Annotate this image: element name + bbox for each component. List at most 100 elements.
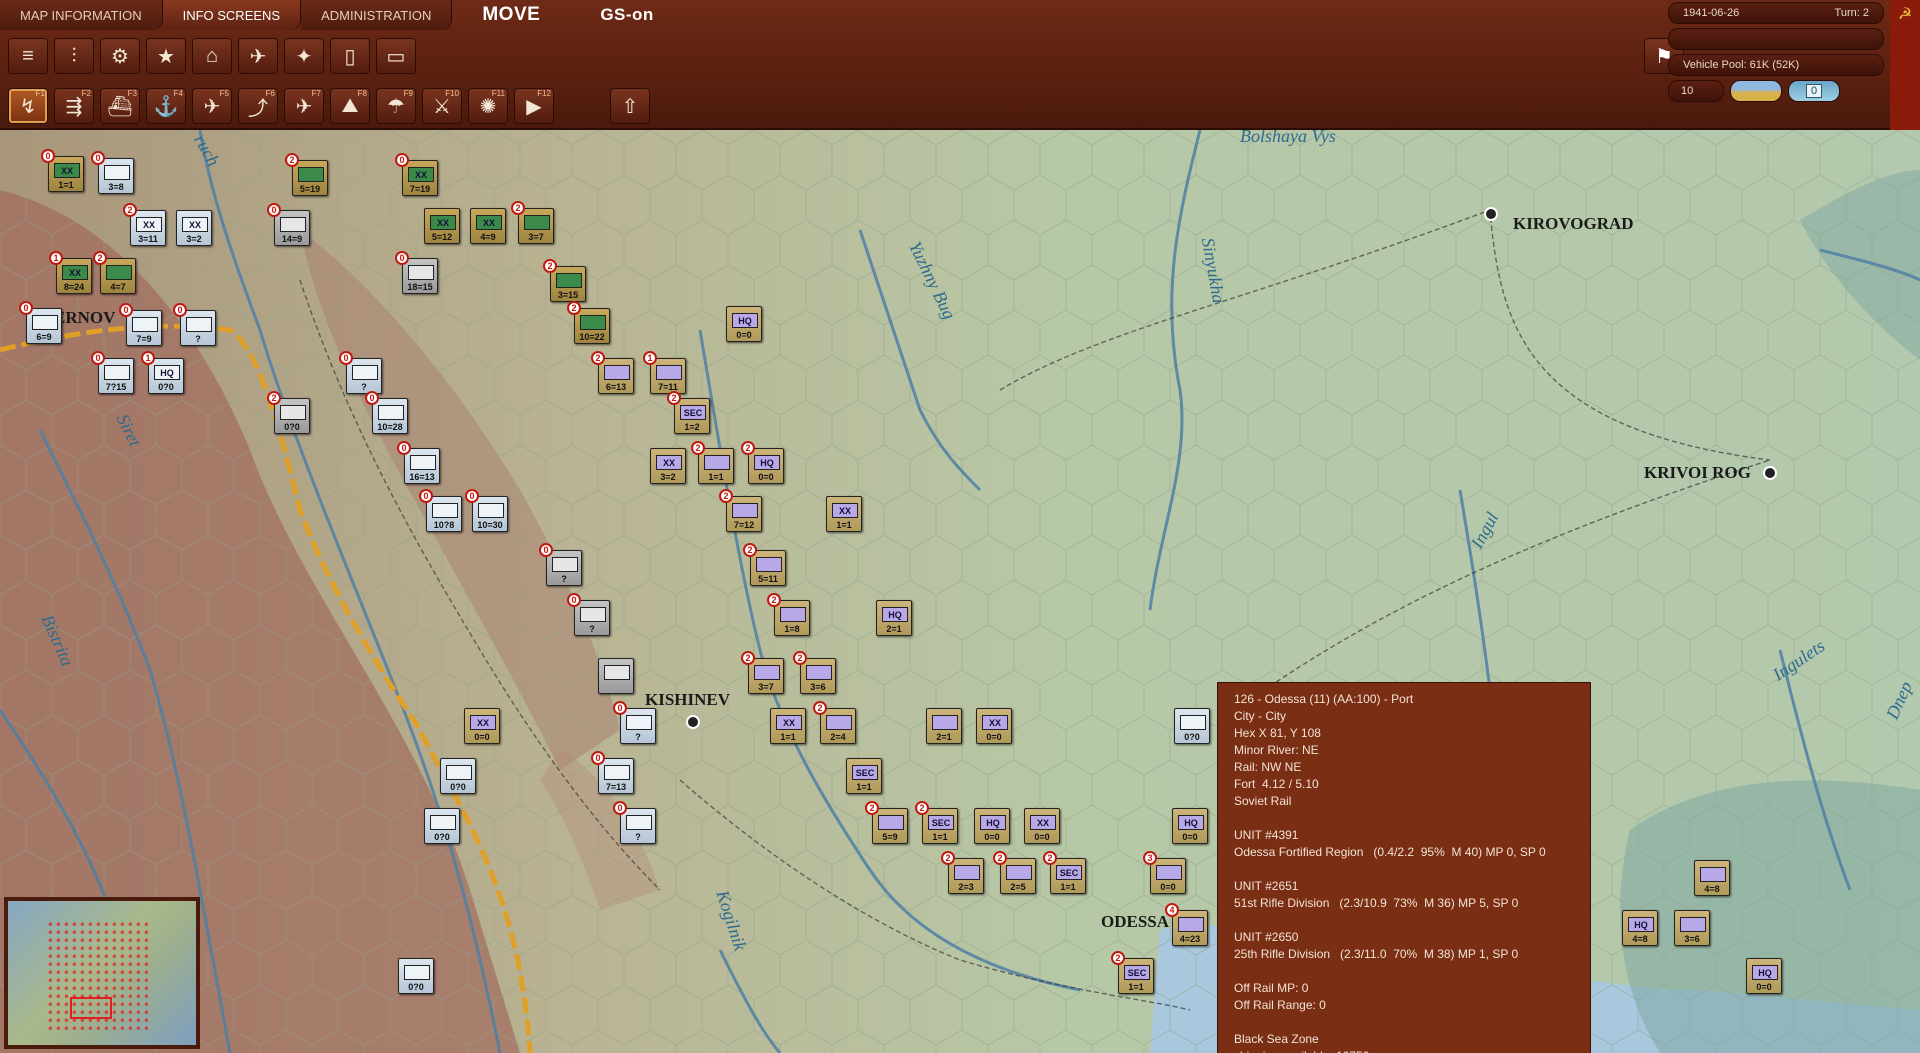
unit-counter[interactable]: 4=8 [1694,860,1730,896]
gear-icon[interactable]: ⚙ [100,38,140,74]
unit-counter[interactable]: XX 1=1 [770,708,806,744]
gs-status-label[interactable]: GS-on [570,5,684,25]
unit-counter[interactable]: XX 7=19 0 [395,153,438,196]
unit-counter[interactable]: 3=15 2 [543,259,586,302]
unit-counter[interactable]: 10?8 0 [419,489,462,532]
star-icon[interactable]: ★ [146,38,186,74]
rail-icon[interactable]: ▯ [330,38,370,74]
amphib-mode-button[interactable]: ⚓ F4 [146,88,186,124]
unit-counter[interactable]: 3=7 2 [511,201,554,244]
unit-counter[interactable]: 14=9 0 [267,203,310,246]
unit-counter[interactable]: HQ 0=0 [1172,808,1208,844]
unit-counter[interactable]: 1=8 2 [767,593,810,636]
airbase-icon[interactable]: ⌂ [192,38,232,74]
unit-counter[interactable]: HQ 4=8 [1622,910,1658,946]
unit-counter[interactable]: ? 0 [613,701,656,744]
unit-counter[interactable]: HQ 0=0 [726,306,762,342]
unit-counter[interactable]: SEC 1=2 2 [667,391,710,434]
sliders-icon[interactable]: ⫶ [54,38,94,74]
satellite-icon[interactable]: ✦ [284,38,324,74]
unit-counter[interactable]: ? 0 [339,351,382,394]
unit-counter[interactable]: 3=6 2 [793,651,836,694]
unit-counter[interactable]: 1=1 2 [691,441,734,484]
unit-counter[interactable]: 0?0 2 [267,391,310,434]
unit-counter[interactable]: XX 3=2 [176,210,212,246]
unit-counter[interactable]: 6=13 2 [591,351,634,394]
tab-map-information[interactable]: MAP INFORMATION [0,0,163,30]
unit-counter[interactable]: XX 0=0 [464,708,500,744]
unit-counter[interactable]: 10=22 2 [567,301,610,344]
unit-counter[interactable]: XX 0=0 [976,708,1012,744]
unit-counter[interactable]: 10=28 0 [365,391,408,434]
blast-mode-button[interactable]: ✺ F11 [468,88,508,124]
tab-administration[interactable]: ADMINISTRATION [301,0,453,30]
minimap-viewport[interactable] [70,997,112,1019]
unit-counter[interactable]: XX 8=24 1 [49,251,92,294]
unit-counter[interactable]: 7=13 0 [591,751,634,794]
unit-counter[interactable]: 3=7 2 [741,651,784,694]
air-bomb-mode-button[interactable]: ✈ F7 [284,88,324,124]
unit-counter[interactable]: HQ 0=0 2 [741,441,784,484]
unit-counter[interactable]: 5=11 2 [743,543,786,586]
move-mode-label[interactable]: MOVE [452,4,570,26]
unit-counter[interactable]: 0?0 [1174,708,1210,744]
unit-counter[interactable]: 4=23 4 [1165,903,1208,946]
unit-counter[interactable]: 2=3 2 [941,851,984,894]
unit-counter[interactable]: 2=4 2 [813,701,856,744]
unit-counter[interactable]: XX 5=12 [424,208,460,244]
unit-counter[interactable]: 7=11 1 [643,351,686,394]
unit-counter[interactable]: SEC 1=1 [846,758,882,794]
ground-attack-mode-button[interactable]: ⚔ F10 [422,88,462,124]
unit-counter[interactable]: 2=5 2 [993,851,1036,894]
aircraft-icon[interactable]: ✈ [238,38,278,74]
unit-counter[interactable]: 0?0 [398,958,434,994]
unit-counter[interactable]: 0?0 [424,808,460,844]
unit-counter[interactable]: 5=9 2 [865,801,908,844]
unit-counter[interactable]: ? 0 [173,303,216,346]
unit-counter[interactable]: HQ 2=1 [876,600,912,636]
unit-counter[interactable]: ? 0 [539,543,582,586]
unit-counter[interactable]: 7?15 0 [91,351,134,394]
unit-counter[interactable]: ? 0 [613,801,656,844]
unit-counter[interactable]: SEC 1=1 2 [1111,951,1154,994]
unit-counter[interactable]: 3=6 [1674,910,1710,946]
game-map[interactable]: KIROVOGRAD KRIVOI ROG KISHINEV ERNOV ODE… [0,130,1920,1053]
phone-icon[interactable]: ▭ [376,38,416,74]
unit-counter[interactable]: 5=19 2 [285,153,328,196]
unit-counter[interactable]: ? 0 [567,593,610,636]
unit-counter[interactable]: SEC 1=1 2 [1043,851,1086,894]
unit-counter[interactable]: XX 1=1 [826,496,862,532]
tab-info-screens[interactable]: INFO SCREENS [162,0,302,30]
unit-counter[interactable]: XX 0=0 [1024,808,1060,844]
play-mode-button[interactable]: ▶ F12 [514,88,554,124]
unit-counter[interactable]: HQ 0?0 1 [141,351,184,394]
unit-counter[interactable]: 4=7 2 [93,251,136,294]
paradrop-mode-button[interactable]: ☂ F9 [376,88,416,124]
naval-mode-button[interactable]: ⛴ F3 [100,88,140,124]
unit-counter[interactable]: 10=30 0 [465,489,508,532]
unit-counter[interactable] [598,658,634,694]
layers-icon[interactable]: ≡ [8,38,48,74]
unit-counter[interactable]: XX 3=11 2 [123,203,166,246]
unit-counter[interactable]: 0?0 [440,758,476,794]
unit-counter[interactable]: 18=15 0 [395,251,438,294]
move-mode-button[interactable]: ↯ F1 [8,88,48,124]
minimap[interactable] [4,897,200,1049]
unit-counter[interactable]: 6=9 0 [19,301,62,344]
unit-counter[interactable]: HQ 0=0 [974,808,1010,844]
unit-counter[interactable]: 7=12 2 [719,489,762,532]
unit-counter[interactable]: 7=9 0 [119,303,162,346]
air-recon-mode-button[interactable]: ✈ F5 [192,88,232,124]
upload-icon[interactable]: ⇧ [610,88,650,124]
unit-counter[interactable]: HQ 0=0 [1746,958,1782,994]
unit-counter[interactable]: XX 1=1 0 [41,149,84,192]
air-indicator[interactable]: 0 [1788,80,1840,102]
unit-counter[interactable]: 16=13 0 [397,441,440,484]
unit-counter[interactable]: 3=8 0 [91,151,134,194]
unit-counter[interactable]: 2=1 [926,708,962,744]
air-transfer-mode-button[interactable]: ⤴ F6 [238,88,278,124]
unit-counter[interactable]: XX 3=2 [650,448,686,484]
airfield-mode-button[interactable]: ⛰ F8 [330,88,370,124]
unit-counter[interactable]: 0=0 3 [1143,851,1186,894]
rail-mode-button[interactable]: ⇶ F2 [54,88,94,124]
